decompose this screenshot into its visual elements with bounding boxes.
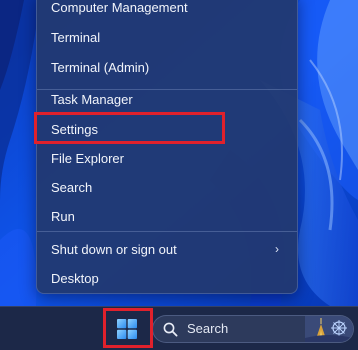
menu-separator xyxy=(37,231,297,232)
menu-item-task-manager[interactable]: Task Manager xyxy=(41,85,293,114)
search-label: Search xyxy=(187,321,229,336)
search-highlight-art-icon xyxy=(305,316,353,342)
taskbar-search-box[interactable]: Search xyxy=(152,315,354,343)
chevron-right-icon: › xyxy=(275,242,279,256)
menu-item-terminal-admin[interactable]: Terminal (Admin) xyxy=(41,53,293,82)
windows-logo-icon xyxy=(117,319,137,339)
menu-item-label: Computer Management xyxy=(51,0,188,15)
desktop-screen: Computer Management Terminal Terminal (A… xyxy=(0,0,358,350)
menu-item-label: Task Manager xyxy=(51,92,133,107)
menu-item-terminal[interactable]: Terminal xyxy=(41,23,293,52)
menu-item-search[interactable]: Search xyxy=(41,173,293,202)
menu-item-label: Terminal (Admin) xyxy=(51,60,150,75)
menu-item-label: File Explorer xyxy=(51,151,124,166)
menu-item-desktop[interactable]: Desktop xyxy=(41,264,293,293)
menu-item-file-explorer[interactable]: File Explorer xyxy=(41,144,293,173)
menu-item-shut-down-or-sign-out[interactable]: Shut down or sign out › xyxy=(41,235,293,264)
quick-link-menu: Computer Management Terminal Terminal (A… xyxy=(36,0,298,294)
menu-item-settings[interactable]: Settings xyxy=(41,115,293,144)
menu-item-label: Shut down or sign out xyxy=(51,242,177,257)
menu-item-label: Terminal xyxy=(51,30,101,45)
menu-item-computer-management[interactable]: Computer Management xyxy=(41,0,293,22)
menu-item-label: Search xyxy=(51,180,93,195)
menu-item-label: Run xyxy=(51,209,75,224)
search-icon xyxy=(163,322,178,337)
menu-item-run[interactable]: Run xyxy=(41,202,293,231)
menu-item-label: Desktop xyxy=(51,271,99,286)
taskbar: Search xyxy=(0,306,358,350)
menu-item-label: Settings xyxy=(51,122,98,137)
start-button[interactable] xyxy=(108,314,146,344)
